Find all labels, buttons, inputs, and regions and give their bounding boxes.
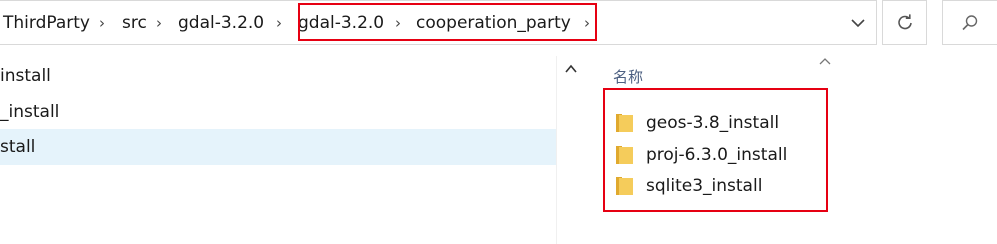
column-header-name[interactable]: 名称 <box>613 66 643 88</box>
nav-pane-scrollbar[interactable] <box>556 56 584 244</box>
nav-item-label: stall <box>0 137 36 157</box>
address-history-dropdown[interactable] <box>839 1 877 46</box>
list-item[interactable]: proj-6.3.0_install <box>616 140 836 170</box>
folder-icon <box>616 114 633 132</box>
breadcrumb-separator-icon[interactable]: › <box>276 13 282 33</box>
refresh-button[interactable] <box>882 0 927 45</box>
search-input[interactable] <box>942 0 997 45</box>
refresh-icon <box>897 13 912 29</box>
breadcrumb-gdal[interactable]: gdal-3.2.0 <box>298 12 384 34</box>
navigation-pane: install _install stall <box>0 56 556 244</box>
breadcrumb-cooperation-party[interactable]: cooperation_party <box>416 12 571 34</box>
nav-item-install-2[interactable]: _install <box>0 94 556 130</box>
breadcrumb-gdal-parent[interactable]: gdal-3.2.0 <box>178 12 264 34</box>
breadcrumb-separator-icon[interactable]: › <box>99 13 105 33</box>
sort-ascending-icon <box>819 58 831 65</box>
nav-item-install-selected[interactable]: stall <box>0 129 556 165</box>
breadcrumb-separator-icon[interactable]: › <box>156 13 162 33</box>
breadcrumb-separator-icon[interactable]: › <box>584 13 590 33</box>
breadcrumb-thirdparty[interactable]: ThirdParty <box>3 12 90 34</box>
nav-item-install[interactable]: install <box>0 58 556 94</box>
list-item[interactable]: geos-3.8_install <box>616 108 836 138</box>
list-item[interactable]: sqlite3_install <box>616 171 836 201</box>
toolbar: ThirdParty › src › gdal-3.2.0 › gdal-3.2… <box>0 0 997 50</box>
breadcrumb-src[interactable]: src <box>122 12 147 34</box>
file-explorer-window: ThirdParty › src › gdal-3.2.0 › gdal-3.2… <box>0 0 997 244</box>
nav-item-label: install <box>0 66 51 86</box>
nav-item-label: _install <box>0 102 60 122</box>
search-icon <box>962 14 978 30</box>
file-name: proj-6.3.0_install <box>646 145 788 165</box>
folder-icon <box>616 177 633 195</box>
file-list-pane: 名称 geos-3.8_install proj-6.3.0_install s… <box>584 56 997 244</box>
address-bar[interactable]: ThirdParty › src › gdal-3.2.0 › gdal-3.2… <box>0 0 877 45</box>
file-name: geos-3.8_install <box>646 113 780 133</box>
folder-icon <box>616 146 633 164</box>
chevron-down-icon <box>851 19 865 28</box>
breadcrumb-separator-icon[interactable]: › <box>395 13 401 33</box>
scroll-up-arrow-icon[interactable] <box>564 62 578 76</box>
file-name: sqlite3_install <box>646 176 763 196</box>
